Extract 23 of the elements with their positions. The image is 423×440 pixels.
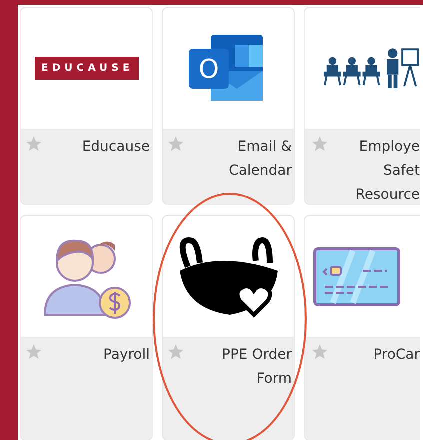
tile-label: Payroll	[104, 346, 150, 365]
tile-label: Email & Calendar	[229, 138, 292, 181]
star-icon[interactable]	[167, 135, 185, 153]
star-icon[interactable]	[25, 343, 43, 361]
app-tile[interactable]: ProCar	[304, 215, 420, 440]
classroom-icon	[323, 46, 420, 90]
star-icon[interactable]	[311, 135, 329, 153]
credit-card-icon	[313, 246, 401, 306]
app-tile[interactable]: PPE Order Form	[162, 215, 295, 440]
star-icon[interactable]	[25, 135, 43, 153]
logo: EDUCAUSE	[34, 57, 138, 80]
star-icon[interactable]	[311, 343, 329, 361]
app-tile[interactable]: Payroll	[20, 215, 153, 440]
star-icon[interactable]	[167, 343, 185, 361]
app-tile[interactable]: EDUCAUSE Educause	[20, 7, 153, 205]
app-tile[interactable]: Employe Safet Resource	[304, 7, 420, 205]
tile-label: ProCar	[374, 346, 420, 365]
app-tile[interactable]: O Email & Calendar	[162, 7, 295, 205]
tile-label: Employe Safet Resource	[356, 138, 420, 204]
envelope-logo-icon	[188, 34, 262, 100]
tile-label: PPE Order Form	[222, 346, 292, 389]
logo-letter: O	[198, 54, 219, 84]
tile-label: Educause	[82, 138, 150, 157]
